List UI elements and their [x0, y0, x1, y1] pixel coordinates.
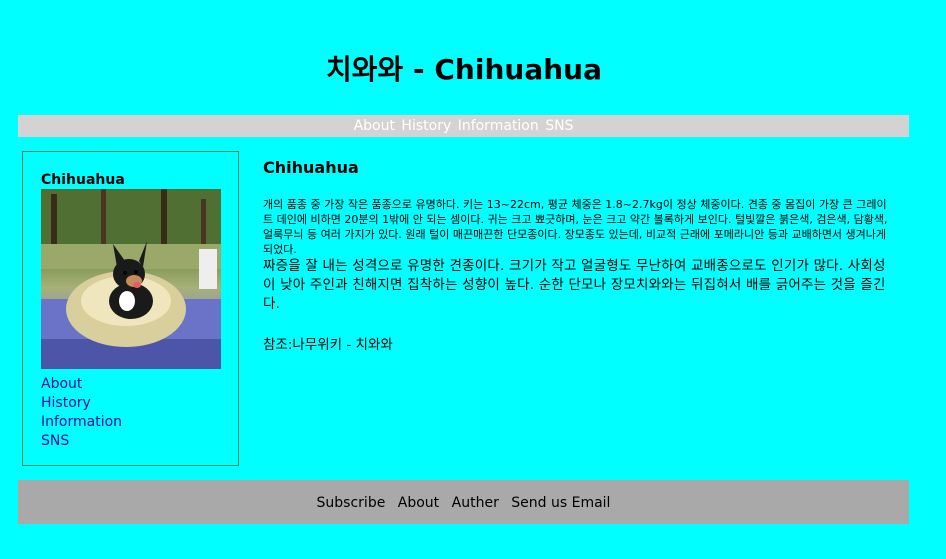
top-nav: About History Information SNS: [18, 115, 909, 137]
sidebar-title: Chihuahua: [41, 172, 125, 188]
sidebar: Chihuahua About History Information SNS: [22, 151, 239, 466]
content-heading: Chihuahua: [263, 158, 359, 177]
chihuahua-photo: [41, 189, 221, 369]
sidebar-link-about[interactable]: About: [41, 375, 122, 394]
nav-item-history[interactable]: History: [401, 118, 451, 134]
footer-email-link[interactable]: Send us Email: [511, 495, 610, 511]
main-content: Chihuahua 개의 품종 중 가장 작은 품종으로 유명하다. 키는 13…: [263, 158, 891, 353]
sidebar-link-history[interactable]: History: [41, 394, 122, 413]
footer-about-link[interactable]: About: [398, 495, 439, 511]
footer-subscribe-link[interactable]: Subscribe: [317, 495, 386, 511]
sidebar-link-sns[interactable]: SNS: [41, 432, 122, 451]
sidebar-link-information[interactable]: Information: [41, 413, 122, 432]
nav-item-sns[interactable]: SNS: [545, 118, 573, 134]
nav-item-about[interactable]: About: [354, 118, 395, 134]
description-paragraph: 개의 품종 중 가장 작은 품종으로 유명하다. 키는 13~22cm, 평균 …: [263, 198, 888, 256]
nav-item-information[interactable]: Information: [458, 118, 539, 134]
footer-author-link[interactable]: Auther: [452, 495, 499, 511]
temperament-paragraph: 짜증을 잘 내는 성격으로 유명한 견종이다. 크기가 작고 얼굴형도 무난하여…: [263, 258, 886, 312]
footer: Subscribe About Auther Send us Email: [18, 480, 909, 524]
reference-text: 참조:나무위키 - 치와와: [263, 337, 393, 353]
sidebar-links: About History Information SNS: [41, 375, 122, 451]
page-title: 치와와 - Chihuahua: [325, 53, 602, 86]
